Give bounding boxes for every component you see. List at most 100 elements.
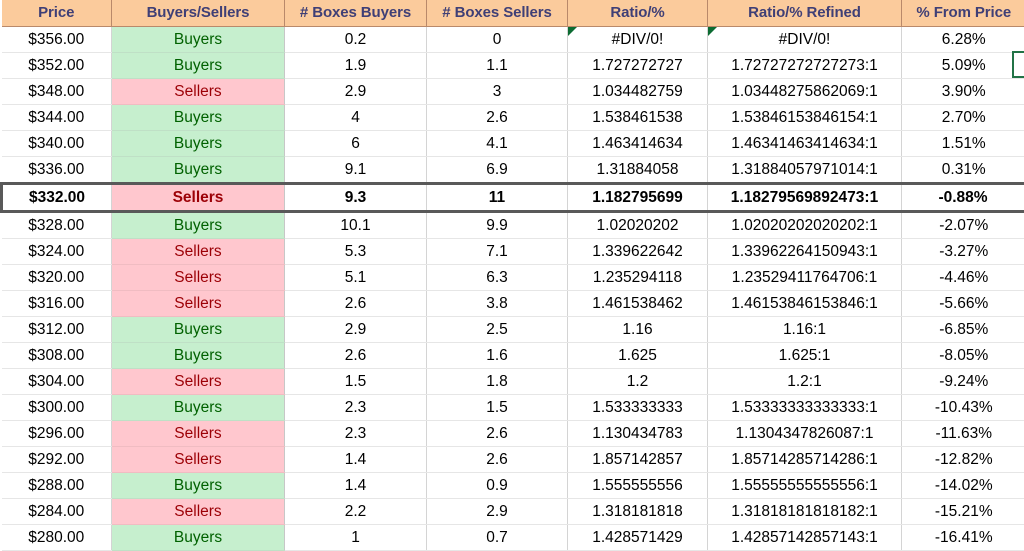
cell-price[interactable]: $340.00 <box>2 131 112 157</box>
cell-pct-from-price[interactable]: -3.27% <box>902 239 1024 265</box>
cell-pct-from-price[interactable]: -16.41% <box>902 525 1024 551</box>
cell-ratio[interactable]: 1.034482759 <box>568 79 708 105</box>
table-row[interactable]: $340.00Buyers64.11.4634146341.4634146341… <box>2 131 1024 157</box>
cell-ratio-refined[interactable]: 1.46341463414634:1 <box>708 131 902 157</box>
cell-price[interactable]: $332.00 <box>2 184 112 212</box>
cell-price[interactable]: $316.00 <box>2 291 112 317</box>
cell-ratio-refined[interactable]: 1.18279569892473:1 <box>708 184 902 212</box>
cell-side[interactable]: Buyers <box>112 131 285 157</box>
column-header-boxes-buyers[interactable]: # Boxes Buyers <box>285 0 427 27</box>
table-row[interactable]: $312.00Buyers2.92.51.161.16:1-6.85% <box>2 317 1024 343</box>
cell-ratio-refined[interactable]: 1.53846153846154:1 <box>708 105 902 131</box>
cell-ratio-refined[interactable]: 1.85714285714286:1 <box>708 447 902 473</box>
table-row[interactable]: $324.00Sellers5.37.11.3396226421.3396226… <box>2 239 1024 265</box>
cell-side[interactable]: Sellers <box>112 291 285 317</box>
cell-boxes-buyers[interactable]: 1.5 <box>285 369 427 395</box>
cell-side[interactable]: Buyers <box>112 473 285 499</box>
cell-boxes-sellers[interactable]: 6.9 <box>427 157 568 184</box>
cell-boxes-buyers[interactable]: 2.2 <box>285 499 427 525</box>
cell-boxes-buyers[interactable]: 1 <box>285 525 427 551</box>
cell-ratio-refined[interactable]: 1.31818181818182:1 <box>708 499 902 525</box>
cell-ratio[interactable]: 1.727272727 <box>568 53 708 79</box>
cell-price[interactable]: $344.00 <box>2 105 112 131</box>
cell-side[interactable]: Sellers <box>112 447 285 473</box>
cell-boxes-sellers[interactable]: 2.5 <box>427 317 568 343</box>
cell-ratio-refined[interactable]: 1.53333333333333:1 <box>708 395 902 421</box>
table-row[interactable]: $308.00Buyers2.61.61.6251.625:1-8.05% <box>2 343 1024 369</box>
cell-boxes-buyers[interactable]: 1.4 <box>285 447 427 473</box>
cell-boxes-sellers[interactable]: 0 <box>427 27 568 53</box>
cell-boxes-sellers[interactable]: 11 <box>427 184 568 212</box>
active-cell-selection-box[interactable] <box>1012 51 1024 78</box>
cell-price[interactable]: $324.00 <box>2 239 112 265</box>
cell-pct-from-price[interactable]: 3.90% <box>902 79 1024 105</box>
cell-ratio[interactable]: 1.318181818 <box>568 499 708 525</box>
cell-boxes-buyers[interactable]: 2.9 <box>285 317 427 343</box>
table-row[interactable]: $344.00Buyers42.61.5384615381.5384615384… <box>2 105 1024 131</box>
cell-side[interactable]: Sellers <box>112 79 285 105</box>
cell-boxes-sellers[interactable]: 3.8 <box>427 291 568 317</box>
cell-pct-from-price[interactable]: -8.05% <box>902 343 1024 369</box>
cell-boxes-sellers[interactable]: 0.9 <box>427 473 568 499</box>
table-row[interactable]: $284.00Sellers2.22.91.3181818181.3181818… <box>2 499 1024 525</box>
cell-boxes-buyers[interactable]: 2.3 <box>285 421 427 447</box>
cell-price[interactable]: $320.00 <box>2 265 112 291</box>
cell-pct-from-price[interactable]: -14.02% <box>902 473 1024 499</box>
cell-ratio-refined[interactable]: 1.42857142857143:1 <box>708 525 902 551</box>
cell-pct-from-price[interactable]: -11.63% <box>902 421 1024 447</box>
cell-ratio-refined[interactable]: #DIV/0! <box>708 27 902 53</box>
table-row[interactable]: $348.00Sellers2.931.0344827591.034482758… <box>2 79 1024 105</box>
table-row[interactable]: $280.00Buyers10.71.4285714291.4285714285… <box>2 525 1024 551</box>
cell-boxes-sellers[interactable]: 7.1 <box>427 239 568 265</box>
cell-price[interactable]: $284.00 <box>2 499 112 525</box>
cell-side[interactable]: Buyers <box>112 317 285 343</box>
cell-price[interactable]: $308.00 <box>2 343 112 369</box>
cell-ratio-refined[interactable]: 1.55555555555556:1 <box>708 473 902 499</box>
cell-price[interactable]: $292.00 <box>2 447 112 473</box>
column-header-price[interactable]: Price <box>2 0 112 27</box>
cell-ratio[interactable]: 1.625 <box>568 343 708 369</box>
cell-ratio[interactable]: 1.02020202 <box>568 212 708 239</box>
table-row[interactable]: $316.00Sellers2.63.81.4615384621.4615384… <box>2 291 1024 317</box>
cell-pct-from-price[interactable]: -15.21% <box>902 499 1024 525</box>
cell-boxes-buyers[interactable]: 0.2 <box>285 27 427 53</box>
cell-boxes-buyers[interactable]: 2.3 <box>285 395 427 421</box>
cell-pct-from-price[interactable]: 0.31% <box>902 157 1024 184</box>
cell-side[interactable]: Sellers <box>112 421 285 447</box>
cell-boxes-sellers[interactable]: 9.9 <box>427 212 568 239</box>
column-header-boxes-sellers[interactable]: # Boxes Sellers <box>427 0 568 27</box>
cell-ratio-refined[interactable]: 1.625:1 <box>708 343 902 369</box>
cell-price[interactable]: $300.00 <box>2 395 112 421</box>
cell-ratio[interactable]: 1.461538462 <box>568 291 708 317</box>
cell-ratio-refined[interactable]: 1.03448275862069:1 <box>708 79 902 105</box>
cell-ratio-refined[interactable]: 1.31884057971014:1 <box>708 157 902 184</box>
cell-boxes-sellers[interactable]: 3 <box>427 79 568 105</box>
cell-boxes-buyers[interactable]: 10.1 <box>285 212 427 239</box>
cell-ratio[interactable]: 1.533333333 <box>568 395 708 421</box>
cell-side[interactable]: Buyers <box>112 343 285 369</box>
cell-side[interactable]: Buyers <box>112 27 285 53</box>
cell-boxes-buyers[interactable]: 9.1 <box>285 157 427 184</box>
cell-side[interactable]: Sellers <box>112 265 285 291</box>
cell-boxes-sellers[interactable]: 0.7 <box>427 525 568 551</box>
cell-ratio-refined[interactable]: 1.2:1 <box>708 369 902 395</box>
cell-ratio-refined[interactable]: 1.16:1 <box>708 317 902 343</box>
cell-boxes-buyers[interactable]: 2.6 <box>285 291 427 317</box>
cell-ratio[interactable]: 1.555555556 <box>568 473 708 499</box>
table-row[interactable]: $332.00Sellers9.3111.1827956991.18279569… <box>2 184 1024 212</box>
cell-pct-from-price[interactable]: -12.82% <box>902 447 1024 473</box>
cell-ratio[interactable]: 1.235294118 <box>568 265 708 291</box>
cell-boxes-sellers[interactable]: 2.6 <box>427 421 568 447</box>
cell-side[interactable]: Buyers <box>112 525 285 551</box>
cell-ratio-refined[interactable]: 1.02020202020202:1 <box>708 212 902 239</box>
cell-price[interactable]: $280.00 <box>2 525 112 551</box>
cell-side[interactable]: Sellers <box>112 184 285 212</box>
cell-boxes-buyers[interactable]: 4 <box>285 105 427 131</box>
cell-ratio[interactable]: 1.182795699 <box>568 184 708 212</box>
cell-boxes-sellers[interactable]: 1.8 <box>427 369 568 395</box>
cell-ratio-refined[interactable]: 1.1304347826087:1 <box>708 421 902 447</box>
cell-ratio[interactable]: 1.857142857 <box>568 447 708 473</box>
cell-boxes-sellers[interactable]: 2.6 <box>427 105 568 131</box>
cell-pct-from-price[interactable]: -0.88% <box>902 184 1024 212</box>
table-row[interactable]: $320.00Sellers5.16.31.2352941181.2352941… <box>2 265 1024 291</box>
